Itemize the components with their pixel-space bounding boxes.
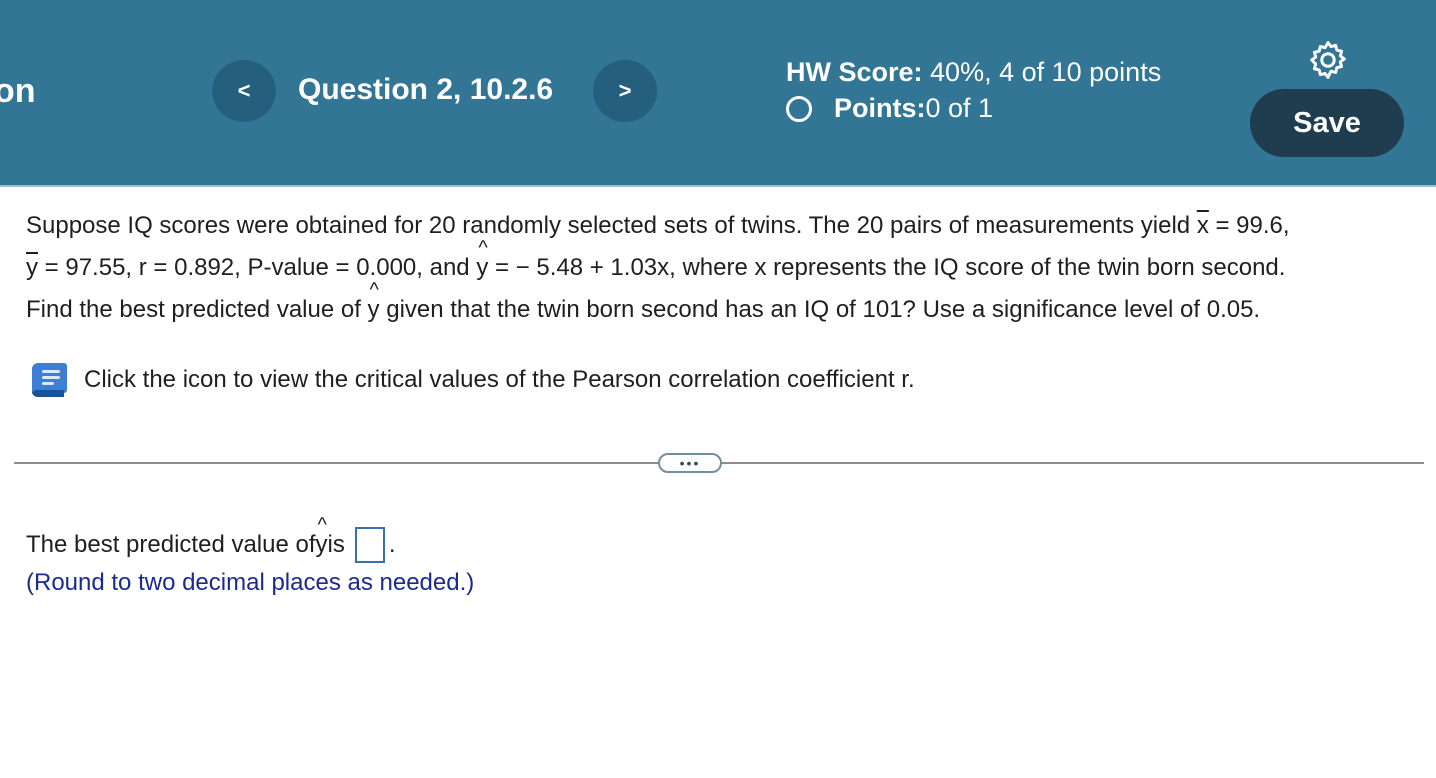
save-button[interactable]: Save xyxy=(1250,89,1404,157)
points-status-circle-icon xyxy=(786,95,812,122)
gear-icon[interactable] xyxy=(1306,38,1350,82)
question-line-3-text: Find the best predicted value of xyxy=(26,296,368,323)
answer-prefix: The best predicted value of xyxy=(26,531,316,558)
y-hat-symbol: y xyxy=(476,227,488,289)
points-label: Points: xyxy=(834,93,926,123)
question-line-2: y = 97.55, r = 0.892, P-value = 0.000, a… xyxy=(26,227,1416,289)
y-bar-symbol: y xyxy=(26,254,38,281)
y-hat-symbol: y xyxy=(368,269,380,331)
question-points: Points: 0 of 1 xyxy=(786,93,993,124)
previous-question-button[interactable]: < xyxy=(212,60,276,122)
question-line-1: Suppose IQ scores were obtained for 20 r… xyxy=(26,205,1416,247)
question-line-3-rest: given that the twin born second has an I… xyxy=(379,296,1261,323)
chevron-right-icon: > xyxy=(618,78,632,103)
answer-prompt: The best predicted value of y is. xyxy=(26,506,474,564)
question-line-1-text: Suppose IQ scores were obtained for 20 r… xyxy=(26,212,1197,239)
chevron-left-icon: < xyxy=(237,78,251,103)
expand-more-button[interactable]: ••• xyxy=(658,453,722,473)
answer-section: The best predicted value of y is. (Round… xyxy=(26,506,475,602)
question-text: Suppose IQ scores were obtained for 20 r… xyxy=(26,205,1416,331)
points-value: 0 of 1 xyxy=(925,93,994,123)
top-bar: on < Question 2, 10.2.6 > HW Score: 40%,… xyxy=(0,0,1436,187)
hw-score: HW Score: 40%, 4 of 10 points xyxy=(786,57,1161,88)
answer-period: . xyxy=(388,531,396,558)
book-icon[interactable] xyxy=(28,360,70,400)
answer-is: is xyxy=(327,531,345,558)
assignment-title-fragment: on xyxy=(0,72,36,110)
critical-values-resource: Click the icon to view the critical valu… xyxy=(28,360,915,400)
rounding-hint: (Round to two decimal places as needed.) xyxy=(26,569,475,596)
x-bar-symbol: x xyxy=(1196,212,1209,239)
question-line-3: Find the best predicted value of y given… xyxy=(26,269,1416,331)
statistics-text: = 97.55, r = 0.892, P-value = 0.000, and xyxy=(38,254,477,281)
y-hat-symbol: y xyxy=(316,506,328,564)
x-bar-value: = 99.6, xyxy=(1208,212,1290,239)
question-title: Question 2, 10.2.6 xyxy=(298,73,554,106)
next-question-button[interactable]: > xyxy=(593,60,657,122)
answer-input[interactable] xyxy=(354,527,385,563)
hw-score-value: 40%, 4 of 10 points xyxy=(922,57,1162,87)
resource-text: Click the icon to view the critical valu… xyxy=(84,366,915,393)
hw-score-label: HW Score: xyxy=(786,57,923,87)
regression-equation-text: = − 5.48 + 1.03x, where x represents the… xyxy=(488,254,1286,281)
